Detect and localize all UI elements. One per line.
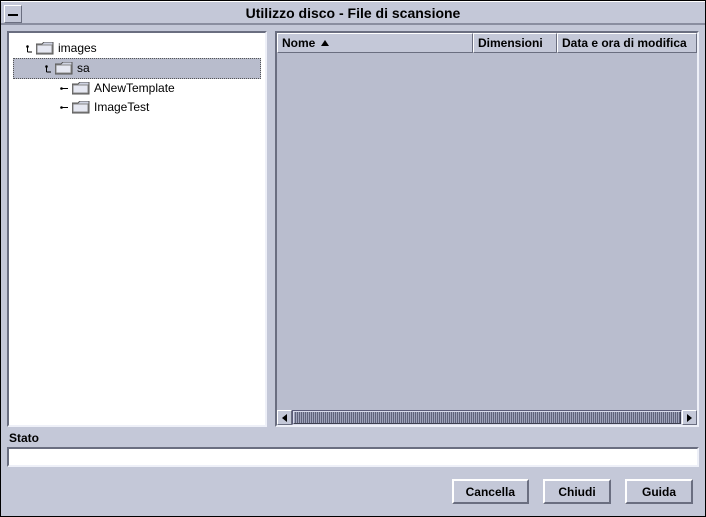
tree-item-label: images [58, 39, 97, 58]
column-header-modified[interactable]: Data e ora di modifica [557, 33, 697, 53]
tree-toggle-icon[interactable] [59, 103, 68, 112]
button-row: Cancella Chiudi Guida [7, 471, 699, 510]
column-header-label: Dimensioni [478, 36, 543, 50]
column-header-label: Data e ora di modifica [562, 36, 687, 50]
column-header-label: Nome [282, 36, 315, 50]
folder-icon [72, 101, 90, 114]
cancel-button[interactable]: Cancella [452, 479, 529, 504]
tree-pane[interactable]: images [7, 31, 267, 427]
chevron-right-icon [687, 414, 692, 422]
folder-icon [72, 82, 90, 95]
help-button[interactable]: Guida [625, 479, 693, 504]
folder-tree: images [9, 33, 265, 123]
window-title: Utilizzo disco - File di scansione [246, 5, 461, 21]
column-header-dimensions[interactable]: Dimensioni [473, 33, 557, 53]
tree-toggle-icon[interactable] [42, 64, 51, 73]
horizontal-scrollbar[interactable] [277, 410, 697, 425]
table-body[interactable] [277, 53, 697, 410]
tree-toggle-icon[interactable] [59, 84, 68, 93]
table-pane: Nome Dimensioni Data e ora di modifica [275, 31, 699, 427]
scroll-left-button[interactable] [277, 410, 292, 425]
split-panes: images [7, 31, 699, 427]
scrollbar-track[interactable] [292, 410, 682, 425]
tree-item-label: ImageTest [94, 98, 149, 117]
scroll-right-button[interactable] [682, 410, 697, 425]
tree-item-imagetest[interactable]: ImageTest [13, 98, 261, 117]
client-area: images [1, 25, 705, 516]
window-root: Utilizzo disco - File di scansione [0, 0, 706, 517]
scrollbar-thumb[interactable] [293, 411, 681, 424]
close-button[interactable]: Chiudi [543, 479, 611, 504]
tree-toggle-icon[interactable] [23, 44, 32, 53]
tree-item-label: ANewTemplate [94, 79, 175, 98]
status-section: Stato [7, 431, 699, 467]
table-header: Nome Dimensioni Data e ora di modifica [277, 33, 697, 53]
status-label: Stato [7, 431, 699, 445]
tree-item-images[interactable]: images [13, 39, 261, 58]
status-field [7, 447, 699, 467]
titlebar: Utilizzo disco - File di scansione [1, 1, 705, 25]
tree-item-sa[interactable]: sa [13, 58, 261, 79]
window-menu-button[interactable] [4, 5, 22, 23]
tree-item-label: sa [77, 59, 90, 78]
column-header-name[interactable]: Nome [277, 33, 473, 53]
folder-icon [55, 62, 73, 75]
sort-ascending-icon [321, 40, 329, 46]
tree-item-anewtemplate[interactable]: ANewTemplate [13, 79, 261, 98]
chevron-left-icon [282, 414, 287, 422]
folder-icon [36, 42, 54, 55]
